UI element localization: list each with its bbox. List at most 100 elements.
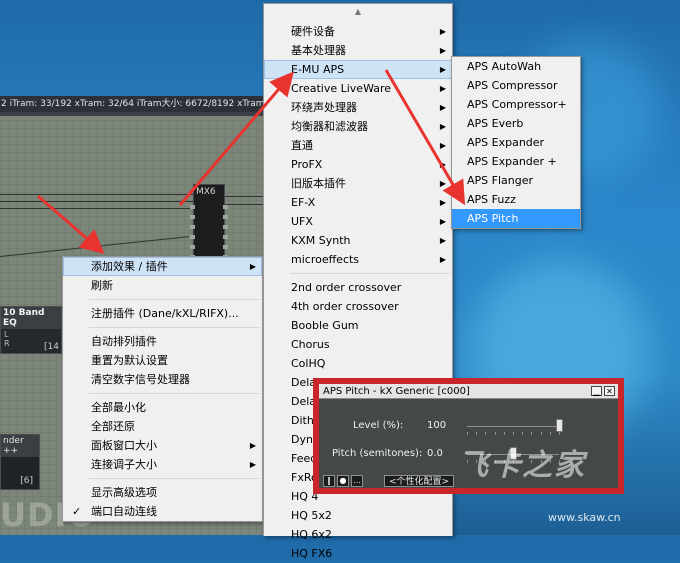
aps-menu-item-label: APS Compressor (467, 79, 558, 92)
aps-menu-item-label: APS Compressor+ (467, 98, 567, 111)
dsp-toolbar-strip (0, 112, 268, 116)
slider-tick (513, 432, 514, 435)
slider-tick (494, 432, 496, 435)
preset-dropdown[interactable]: <个性化配置> (384, 475, 455, 487)
submenu-arrow-icon: ▶ (439, 198, 446, 207)
check-icon: ✓ (72, 505, 82, 518)
aps-menu-item[interactable]: APS Everb (452, 114, 580, 133)
expander-plugin-box[interactable]: nder ++ [6] (0, 434, 40, 490)
aps-menu-item-label: APS Fuzz (467, 193, 516, 206)
more-icon[interactable]: … (351, 475, 363, 487)
plugin-menu-item[interactable]: Booble Gum (264, 316, 452, 335)
eq-plugin-box[interactable]: 10 Band EQ L R [14 (0, 306, 62, 354)
context-menu-item[interactable]: 添加效果 / 插件 ▶ (63, 257, 262, 276)
context-menu-item[interactable]: 全部最小化 (63, 398, 262, 417)
aps-menu-item[interactable]: APS AutoWah (452, 57, 580, 76)
menu-separator (89, 299, 260, 300)
plugin-menu-item[interactable]: HQ FX6 (264, 544, 452, 563)
slider-tick (559, 432, 560, 435)
close-button[interactable]: ✕ (604, 386, 615, 396)
plugin-menu-item[interactable]: 4th order crossover (264, 297, 452, 316)
minimize-button[interactable]: ▁ (591, 386, 602, 396)
scroll-up-icon[interactable]: ▲ (264, 4, 452, 22)
context-menu-item[interactable]: 注册插件 (Dane/kXL/RIFX)... (63, 304, 262, 323)
plugin-menu-item[interactable]: Chorus (264, 335, 452, 354)
pitch-label: Pitch (semitones): (332, 448, 423, 459)
context-menu-item[interactable]: 刷新 (63, 276, 262, 295)
mx6-label: MX6 (196, 187, 216, 197)
context-menu-item[interactable]: 自动排列插件 (63, 332, 262, 351)
submenu-arrow-icon: ▶ (439, 236, 446, 245)
aps-dialog-title: APS Pitch - kX Generic [c000] (323, 386, 470, 397)
aps-menu-item-label: APS Everb (467, 117, 524, 130)
plugin-menu-item-label: 硬件设备 (291, 25, 335, 38)
aps-menu-item[interactable]: APS Fuzz (452, 190, 580, 209)
plugin-menu-item[interactable]: 旧版本插件 ▶ (264, 174, 452, 193)
aps-menu-item-label: APS Expander (467, 136, 545, 149)
plugin-menu-item[interactable]: Creative LiveWare ▶ (264, 79, 452, 98)
menu-separator (89, 478, 260, 479)
context-menu-item-label: 端口自动连线 (91, 505, 157, 518)
plugin-menu-item-label: 均衡器和滤波器 (291, 120, 368, 133)
submenu-arrow-icon: ▶ (249, 441, 256, 450)
submenu-arrow-icon: ▶ (439, 103, 446, 112)
plugin-menu-item[interactable]: ProFX ▶ (264, 155, 452, 174)
expander-plugin-title: nder ++ (1, 435, 39, 457)
plugin-menu-item[interactable]: HQ 5x2 (264, 506, 452, 525)
expander-plugin-index: [6] (20, 476, 33, 486)
eq-plugin-title: 10 Band EQ (1, 307, 61, 329)
slider-tick (522, 432, 524, 435)
plugin-menu-item[interactable]: 基本处理器 ▶ (264, 41, 452, 60)
aps-menu-item[interactable]: APS Compressor+ (452, 95, 580, 114)
plugin-menu-item[interactable]: 环绕声处理器 ▶ (264, 98, 452, 117)
submenu-arrow-icon: ▶ (439, 65, 446, 74)
plugin-menu-item[interactable]: 硬件设备 ▶ (264, 22, 452, 41)
plugin-menu-item[interactable]: ColHQ (264, 354, 452, 373)
aps-menu-item[interactable]: APS Expander + (452, 152, 580, 171)
level-slider[interactable] (467, 426, 559, 427)
plugin-menu-item[interactable]: UFX ▶ (264, 212, 452, 231)
plugin-menu-item[interactable]: 2nd order crossover (264, 278, 452, 297)
aps-menu-item[interactable]: APS Compressor (452, 76, 580, 95)
slider-tick (476, 432, 478, 435)
context-menu-item-label: 连接调子大小 (91, 458, 157, 471)
plugin-menu-item[interactable]: EF-X ▶ (264, 193, 452, 212)
plugin-menu-item[interactable]: 均衡器和滤波器 ▶ (264, 117, 452, 136)
context-menu-item[interactable]: ✓ 端口自动连线 (63, 502, 262, 521)
plugin-menu-item-label: KXM Synth (291, 234, 351, 247)
bypass-icon[interactable]: ‖ (323, 475, 335, 487)
plugin-menu-item-label: ProFX (291, 158, 323, 171)
context-menu-item[interactable]: 面板窗口大小 ▶ (63, 436, 262, 455)
plugin-menu-item-label: 基本处理器 (291, 44, 346, 57)
mute-icon[interactable]: ● (337, 475, 349, 487)
level-slider-thumb[interactable] (556, 419, 563, 432)
aps-menu-item-label: APS AutoWah (467, 60, 542, 73)
aps-menu-item[interactable]: APS Expander (452, 133, 580, 152)
plugin-menu-item[interactable]: KXM Synth ▶ (264, 231, 452, 250)
plugin-menu-item-label: 直通 (291, 139, 313, 152)
plugin-menu-item[interactable]: 直通 ▶ (264, 136, 452, 155)
plugin-menu-item[interactable]: microeffects ▶ (264, 250, 452, 269)
context-menu-item-label: 自动排列插件 (91, 335, 157, 348)
aps-menu-item[interactable]: APS Pitch (452, 209, 580, 228)
submenu-arrow-icon: ▶ (439, 160, 446, 169)
context-menu-item-label: 显示高级选项 (91, 486, 157, 499)
context-menu-item-label: 全部最小化 (91, 401, 146, 414)
menu-separator (89, 327, 260, 328)
wire (0, 201, 193, 202)
dsp-context-menu: 添加效果 / 插件 ▶ 刷新注册插件 (Dane/kXL/RIFX)... 自动排列插… (62, 256, 263, 522)
aps-dialog-titlebar[interactable]: APS Pitch - kX Generic [c000] ▁ ✕ (319, 384, 618, 399)
context-menu-item[interactable]: 重置为默认设置 (63, 351, 262, 370)
context-menu-item-label: 面板窗口大小 (91, 439, 157, 452)
context-menu-item[interactable]: 清空数字信号处理器 (63, 370, 262, 389)
context-menu-item[interactable]: 显示高级选项 (63, 483, 262, 502)
plugin-menu-item[interactable]: E-MU APS ▶ (264, 60, 452, 79)
plugin-menu-item-label: Booble Gum (291, 319, 359, 332)
context-menu-item[interactable]: 全部还原 (63, 417, 262, 436)
context-menu-item[interactable]: 连接调子大小 ▶ (63, 455, 262, 474)
aps-menu-item-label: APS Pitch (467, 212, 519, 225)
menu-separator (89, 393, 260, 394)
aps-menu-item-label: APS Flanger (467, 174, 534, 187)
aps-menu-item[interactable]: APS Flanger (452, 171, 580, 190)
slider-tick (540, 432, 542, 435)
